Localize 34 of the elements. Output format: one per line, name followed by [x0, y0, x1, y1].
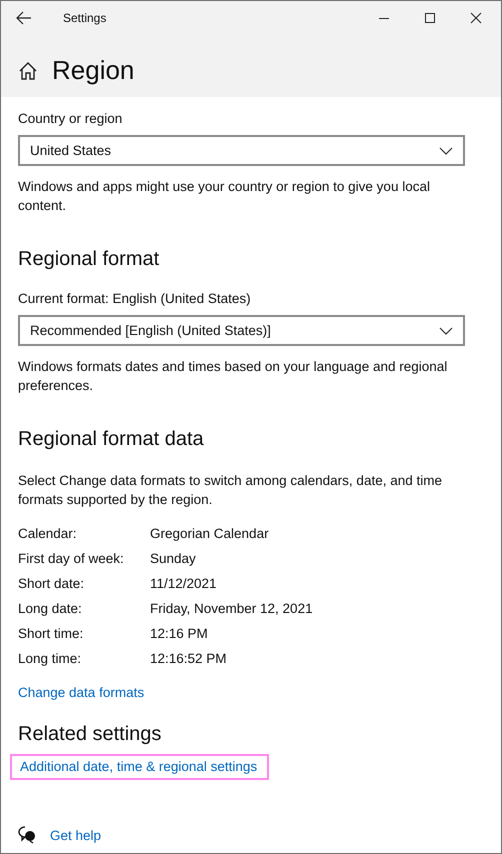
field-label: Country or region	[18, 111, 122, 126]
change-data-formats-link[interactable]: Change data formats	[18, 685, 144, 700]
format-value: Gregorian Calendar	[150, 525, 270, 542]
home-icon[interactable]	[18, 60, 38, 80]
back-arrow-icon	[16, 11, 32, 25]
country-dropdown[interactable]: United States	[18, 135, 465, 166]
chevron-down-icon	[439, 146, 453, 154]
maximize-icon	[424, 12, 436, 24]
format-label: Calendar:	[18, 525, 78, 542]
related-settings-link[interactable]: Additional date, time & regional settings	[10, 754, 270, 780]
description: Windows formats dates and times based on your language and regional preferences.	[18, 358, 448, 395]
format-label: Long time:	[18, 650, 82, 667]
page-title: Region	[52, 55, 134, 86]
format-dropdown[interactable]: Recommended [English (United States)]	[18, 315, 465, 346]
format-label: Short date:	[18, 575, 86, 592]
section-heading: Regional format data	[18, 428, 204, 451]
get-help-link[interactable]: Get help	[50, 828, 102, 842]
help-chat-icon	[18, 826, 36, 844]
format-value: 11/12/2021	[150, 575, 218, 592]
section-heading: Regional format	[18, 248, 160, 271]
format-label: Long date:	[18, 600, 83, 617]
window-title: Settings	[63, 11, 106, 25]
description: Windows and apps might use your country or region to give you local content.	[18, 178, 431, 215]
format-label: Short time:	[18, 625, 84, 642]
close-icon	[470, 12, 482, 24]
current-format-label: Current format: English (United States)	[18, 291, 251, 306]
section-heading: Related settings	[18, 723, 162, 746]
format-value: Friday, November 12, 2021	[150, 600, 313, 617]
format-value: 12:16 PM	[150, 625, 209, 642]
format-value: 12:16:52 PM	[150, 650, 228, 667]
format-label: First day of week:	[18, 550, 125, 567]
description: Select Change data formats to switch among calendars, date, and time formats supported by the region.	[18, 472, 443, 509]
chevron-down-icon	[439, 326, 453, 334]
format-value: Sunday	[150, 550, 197, 567]
